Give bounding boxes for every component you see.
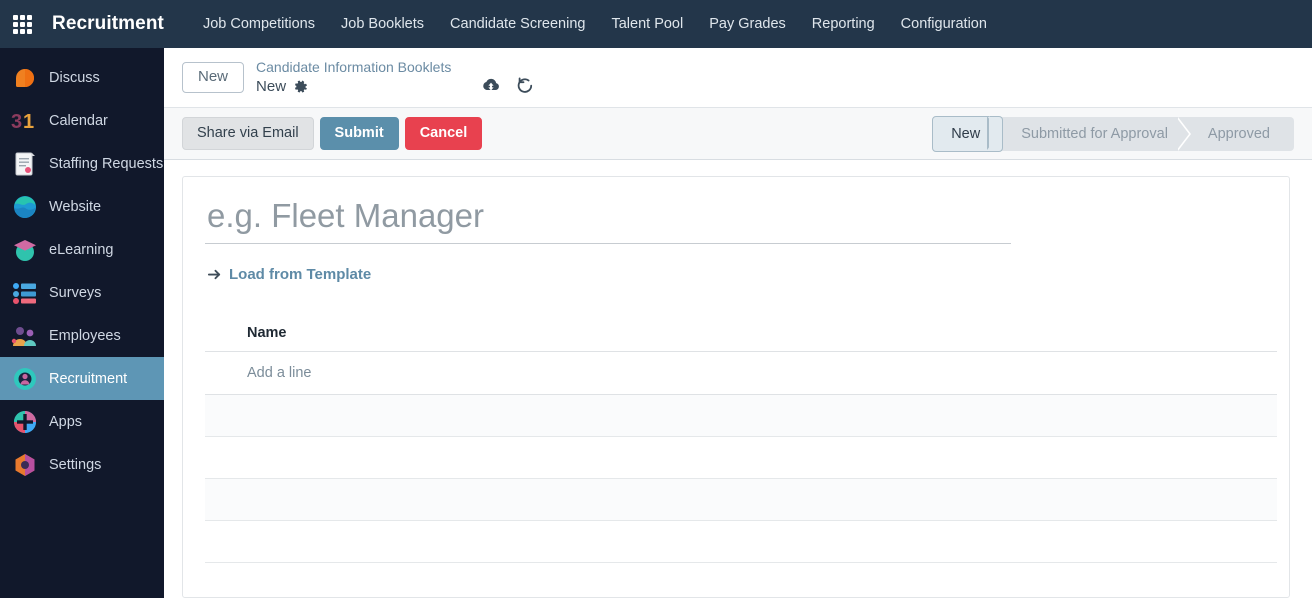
svg-text:3: 3 — [11, 111, 22, 133]
top-navbar: Recruitment Job Competitions Job Booklet… — [0, 0, 1312, 48]
arrow-right-icon — [207, 267, 222, 282]
record-actions — [481, 75, 535, 95]
sidebar-item-surveys[interactable]: Surveys — [0, 271, 164, 314]
load-from-template-link[interactable]: Load from Template — [207, 266, 371, 283]
sidebar-item-label: Employees — [49, 327, 121, 344]
sidebar-item-label: Calendar — [49, 112, 108, 129]
sidebar-item-label: Discuss — [49, 69, 100, 86]
breadcrumb-bar: New Candidate Information Booklets New — [164, 48, 1312, 108]
table-header-name: Name — [205, 325, 1277, 352]
table-row — [205, 395, 1277, 437]
gear-icon[interactable] — [294, 80, 308, 94]
menu-item-configuration[interactable]: Configuration — [888, 0, 1000, 48]
sidebar-item-settings[interactable]: Settings — [0, 443, 164, 486]
add-a-line-button[interactable]: Add a line — [205, 352, 1277, 395]
menu-item-reporting[interactable]: Reporting — [799, 0, 888, 48]
staffing-requests-icon — [10, 150, 40, 178]
sidebar-item-label: Apps — [49, 413, 83, 430]
discuss-icon — [10, 64, 40, 92]
booklet-title-input[interactable] — [205, 197, 1011, 244]
main-menu: Job Competitions Job Booklets Candidate … — [190, 0, 1000, 48]
menu-item-pay-grades[interactable]: Pay Grades — [696, 0, 799, 48]
table-row — [205, 479, 1277, 521]
cancel-button[interactable]: Cancel — [404, 116, 483, 151]
recruitment-icon — [10, 365, 40, 393]
status-step-approved[interactable]: Approved — [1190, 117, 1294, 151]
sidebar-item-label: Settings — [49, 456, 102, 473]
elearning-icon — [10, 236, 40, 264]
surveys-icon — [10, 279, 40, 307]
sidebar-item-employees[interactable]: Employees — [0, 314, 164, 357]
grid-apps-icon — [12, 14, 32, 34]
sidebar-item-calendar[interactable]: 31 Calendar — [0, 99, 164, 142]
form-sheet: Load from Template Name Add a line — [182, 176, 1290, 598]
calendar-icon: 31 — [10, 107, 40, 135]
table-row — [205, 521, 1277, 563]
cloud-upload-icon[interactable] — [481, 75, 501, 95]
load-from-template-label: Load from Template — [229, 266, 372, 283]
booklet-lines-table: Name Add a line — [205, 325, 1277, 563]
app-brand-title[interactable]: Recruitment — [52, 13, 164, 35]
new-record-button[interactable]: New — [182, 62, 245, 93]
settings-icon — [10, 451, 40, 479]
sidebar-item-label: Staffing Requests — [49, 155, 164, 172]
employees-icon — [10, 322, 40, 350]
sidebar-item-discuss[interactable]: Discuss — [0, 56, 164, 99]
menu-item-candidate-screening[interactable]: Candidate Screening — [437, 0, 598, 48]
submit-button[interactable]: Submit — [319, 116, 399, 151]
main-content: New Candidate Information Booklets New S… — [164, 48, 1312, 598]
breadcrumb: Candidate Information Booklets New — [256, 58, 451, 97]
sidebar-item-label: Recruitment — [49, 370, 128, 387]
website-icon — [10, 193, 40, 221]
apps-icon — [10, 408, 40, 436]
app-root: Recruitment Job Competitions Job Booklet… — [0, 0, 1312, 598]
sidebar-item-elearning[interactable]: eLearning — [0, 228, 164, 271]
menu-item-job-competitions[interactable]: Job Competitions — [190, 0, 328, 48]
menu-item-job-booklets[interactable]: Job Booklets — [328, 0, 437, 48]
sidebar-item-label: Surveys — [49, 284, 102, 301]
form-sheet-wrapper: Load from Template Name Add a line — [164, 160, 1312, 598]
action-buttons: Share via Email Submit Cancel — [182, 116, 483, 151]
undo-discard-icon[interactable] — [515, 75, 535, 95]
sidebar-item-staffing-requests[interactable]: Staffing Requests — [0, 142, 164, 185]
sidebar-item-apps[interactable]: Apps — [0, 400, 164, 443]
status-bar: New Submitted for Approval Approved — [932, 115, 1294, 152]
menu-item-talent-pool[interactable]: Talent Pool — [598, 0, 696, 48]
status-step-new[interactable]: New — [932, 115, 1004, 152]
sidebar-item-website[interactable]: Website — [0, 185, 164, 228]
app-sidebar: Discuss 31 Calendar Staffing Requests We… — [0, 48, 164, 598]
table-row — [205, 437, 1277, 479]
apps-launcher-button[interactable] — [0, 0, 44, 48]
share-via-email-button[interactable]: Share via Email — [182, 116, 314, 151]
control-panel-bar: Share via Email Submit Cancel New Submit… — [164, 108, 1312, 160]
breadcrumb-current-label: New — [256, 77, 287, 95]
sidebar-item-label: Website — [49, 198, 102, 215]
status-step-submitted-for-approval[interactable]: Submitted for Approval — [1003, 116, 1191, 151]
sidebar-item-label: eLearning — [49, 241, 114, 258]
breadcrumb-current-row: New — [256, 77, 451, 97]
svg-text:1: 1 — [23, 111, 34, 133]
breadcrumb-parent-link[interactable]: Candidate Information Booklets — [256, 58, 451, 77]
sidebar-item-recruitment[interactable]: Recruitment — [0, 357, 164, 400]
